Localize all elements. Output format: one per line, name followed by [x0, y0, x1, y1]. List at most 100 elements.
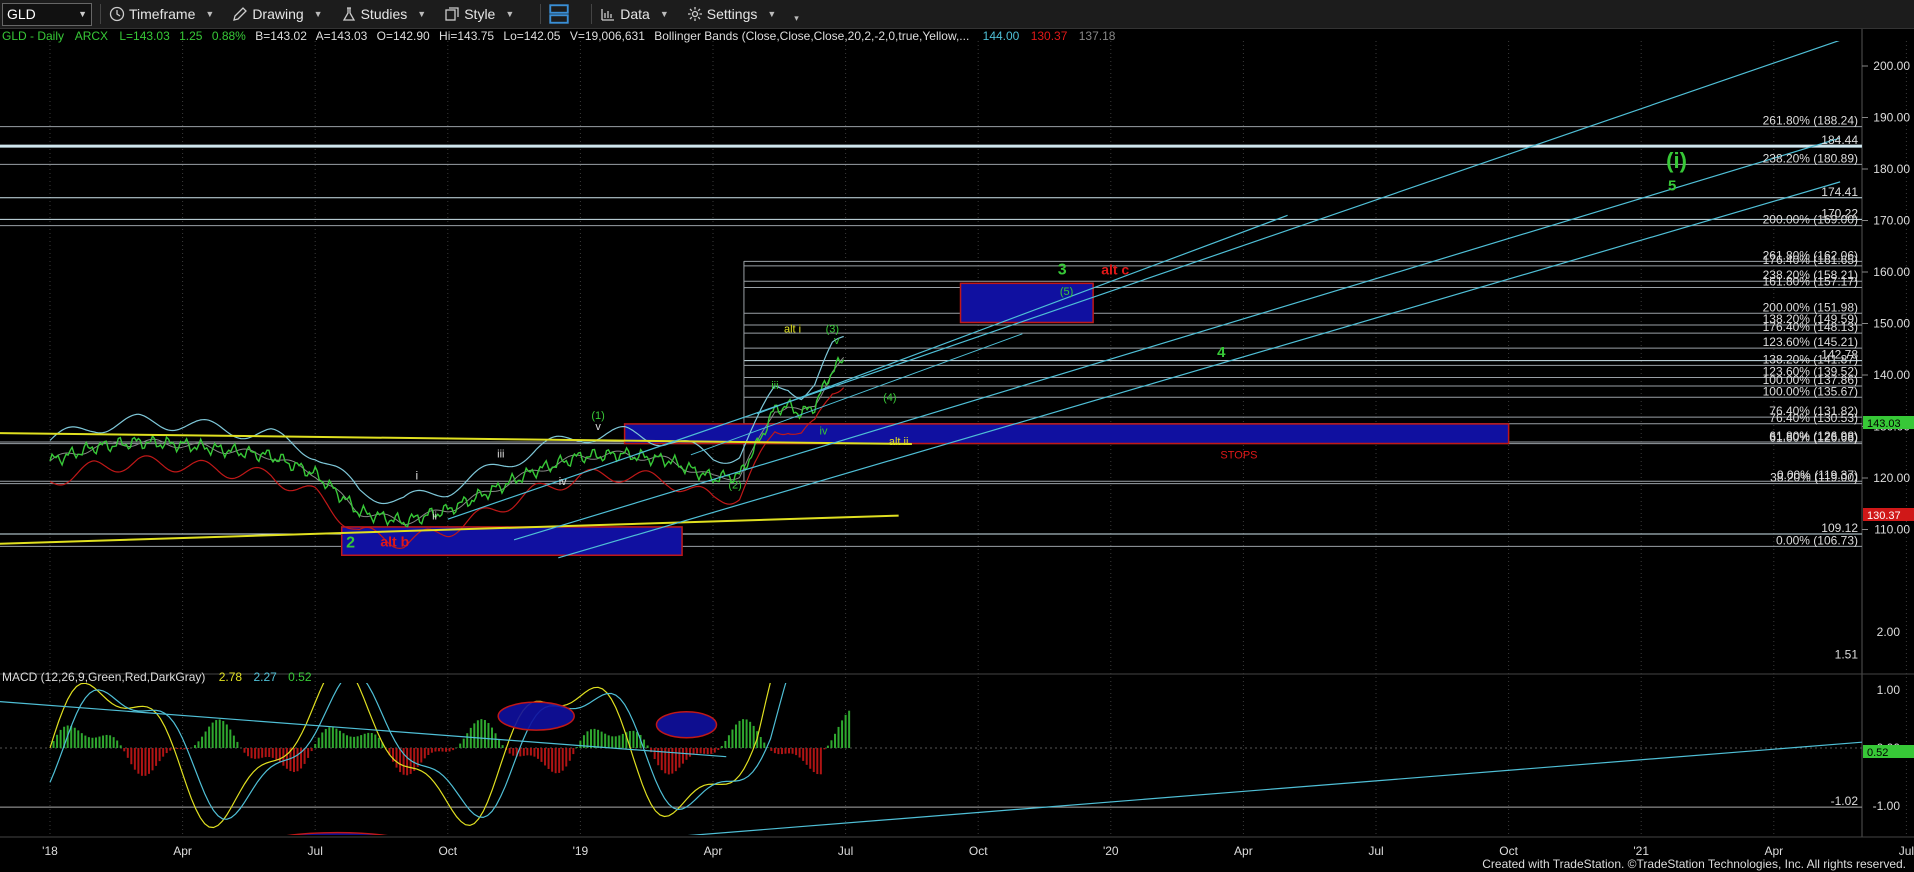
wave-label: (5) [1060, 286, 1073, 298]
time-tick-label: Jul [1899, 844, 1914, 858]
wave-label: alt b [380, 533, 409, 549]
header-high: Hi=143.75 [439, 29, 494, 43]
time-tick-label: Apr [1234, 844, 1253, 858]
header-change: 1.25 [179, 29, 203, 43]
time-tick-label: Jul [308, 844, 323, 858]
style-label: Style [464, 6, 496, 22]
caret-down-icon: ▼ [417, 9, 427, 19]
fib-label: 200.00% (169.00) [1763, 213, 1858, 227]
wave-label: iv [820, 426, 828, 438]
time-tick-label: Oct [1499, 844, 1518, 858]
macd-study: MACD (12,26,9,Green,Red,DarkGray) [2, 670, 205, 684]
wave-label: v [834, 335, 840, 347]
timeframe-button[interactable]: Timeframe ▼ [109, 6, 214, 22]
toolbar-divider [591, 4, 593, 24]
header-symbol: GLD - Daily [2, 29, 64, 43]
wave-label: iii [497, 448, 504, 460]
time-tick-label: Oct [438, 844, 457, 858]
fib-label: 176.40% (148.13) [1763, 320, 1858, 334]
bar-chart-icon [601, 9, 615, 21]
layout-icon[interactable] [549, 4, 569, 24]
macd-level-label: -1.02 [1831, 794, 1859, 808]
fib-label: 261.80% (188.24) [1763, 114, 1858, 128]
header-exchange: ARCX [75, 29, 108, 43]
pencil-icon [233, 7, 248, 21]
header-low: Lo=142.05 [503, 29, 560, 43]
price-tick-label: 190.00 [1873, 111, 1910, 125]
time-tick-label: Jul [838, 844, 853, 858]
wave-label: alt ii [889, 436, 909, 448]
price-tick-label: 170.00 [1873, 214, 1910, 228]
overflow-icon[interactable]: ▾ [794, 13, 799, 24]
macd-highlight-ellipse [655, 711, 718, 739]
settings-button[interactable]: Settings ▼ [687, 6, 777, 22]
wave-label: (1) [591, 410, 604, 422]
timeframe-label: Timeframe [129, 6, 196, 22]
price-tick-label: 180.00 [1873, 162, 1910, 176]
fib-label: 0.00% (106.73) [1776, 533, 1858, 547]
wave-label: 4 [1217, 344, 1226, 361]
price-tick-label: 120.00 [1873, 471, 1910, 485]
caret-down-icon: ▼ [659, 9, 669, 19]
header-bb-lower: 130.37 [1031, 29, 1068, 43]
symbol-value: GLD [7, 6, 36, 22]
caret-down-icon: ▼ [205, 9, 215, 19]
caret-down-icon: ▼ [505, 9, 515, 19]
price-tick-label: 140.00 [1873, 368, 1910, 382]
header-last: L=143.03 [119, 29, 170, 43]
wave-label: alt c [1101, 262, 1129, 278]
wave-label: STOPS [1220, 449, 1257, 461]
macd-tag-text: 0.52 [1867, 747, 1888, 759]
footer-copyright: Created with TradeStation. ©TradeStation… [1482, 857, 1906, 871]
chart-background [0, 29, 1914, 872]
gear-icon [687, 7, 702, 21]
wave-label: (4) [883, 392, 896, 404]
header-pct: 0.88% [212, 29, 246, 43]
header-volume: V=19,006,631 [570, 29, 645, 43]
clock-icon [109, 6, 125, 22]
studies-label: Studies [360, 6, 408, 22]
fib-label: 76.40% (130.53) [1769, 411, 1858, 425]
time-tick-label: '19 [573, 844, 589, 858]
chart-area[interactable]: 261.80% (188.24) 184.44 238.20% (180.89) 17… [0, 29, 1914, 872]
wave-label: ii [432, 511, 437, 523]
price-tick-label: 150.00 [1873, 317, 1910, 331]
fib-label: 238.20% (180.89) [1763, 151, 1858, 165]
style-button[interactable]: Style ▼ [444, 6, 514, 22]
time-tick-label: Oct [969, 844, 988, 858]
header-open: O=142.90 [377, 29, 430, 43]
last-price-tag-text: 143.03 [1867, 418, 1901, 430]
studies-button[interactable]: Studies ▼ [341, 6, 427, 22]
wave-label: (2) [728, 479, 741, 491]
macd-value-2: 2.27 [253, 670, 277, 684]
caret-down-icon: ▼ [313, 9, 323, 19]
fib-label: 100.00% (135.67) [1763, 384, 1858, 398]
wave-label: iii [771, 380, 778, 392]
lower-band-tag-text: 130.37 [1867, 510, 1901, 522]
wave-label: 5 [1668, 178, 1676, 195]
drawing-button[interactable]: Drawing ▼ [232, 6, 323, 22]
flask-icon [342, 7, 355, 21]
time-tick-label: '18 [42, 844, 58, 858]
caret-down-icon: ▼ [767, 9, 777, 19]
time-tick-label: Apr [1764, 844, 1783, 858]
time-tick-label: Apr [173, 844, 192, 858]
drawing-label: Drawing [252, 6, 304, 22]
header-study: Bollinger Bands (Close,Close,Close,20,2,… [654, 29, 969, 43]
toolbar: GLD ▼ Timeframe ▼ Drawing ▼ Studies ▼ St… [0, 0, 1914, 29]
symbol-input[interactable]: GLD ▼ [2, 2, 92, 26]
macd-tick-label: -1.00 [1873, 799, 1901, 813]
fib-label: 38.20% (119.00) [1770, 471, 1858, 485]
macd-value-3: 0.52 [288, 670, 312, 684]
data-button[interactable]: Data ▼ [600, 6, 669, 22]
macd-header: MACD (12,26,9,Green,Red,DarkGray) 2.78 2… [2, 670, 312, 684]
wave-label: 2 [346, 535, 355, 552]
time-tick-label: Apr [704, 844, 723, 858]
macd-level-label: 1.51 [1835, 647, 1859, 661]
macd-highlight-ellipse [497, 701, 575, 731]
wave-label: (i) [1666, 148, 1687, 173]
header-bid: B=143.02 [255, 29, 307, 43]
style-icon [445, 7, 459, 21]
chevron-down-icon: ▼ [78, 9, 87, 19]
fib-label: 61.80% (126.68) [1769, 431, 1858, 445]
